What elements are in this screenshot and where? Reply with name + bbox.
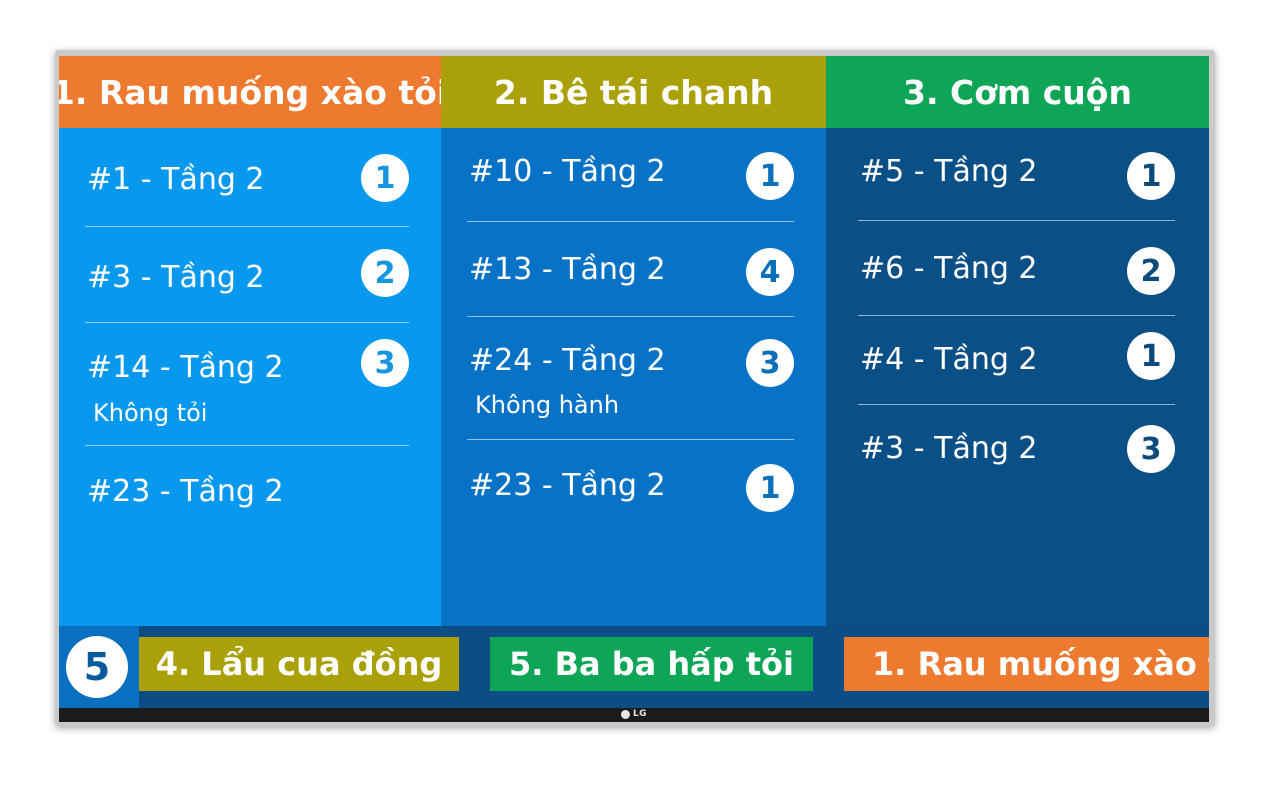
order-note: Không tỏi [93, 399, 208, 427]
dish-column-1: 1. Rau muống xào tỏi #1 - Tầng 2 1 #3 - … [59, 56, 441, 626]
order-label: #23 - Tầng 2 [87, 474, 284, 509]
quantity-badge: 1 [1127, 152, 1175, 200]
quantity-badge: 3 [361, 339, 409, 387]
order-row[interactable]: #14 - Tầng 2 Không tỏi 3 [85, 323, 409, 446]
dish-column-header: 3. Cơm cuộn [826, 56, 1209, 128]
dish-column-3: 3. Cơm cuộn #5 - Tầng 2 1 #6 - Tầng 2 2 … [826, 56, 1209, 626]
order-label: #3 - Tầng 2 [87, 260, 265, 295]
order-label: #23 - Tầng 2 [469, 468, 666, 503]
order-row[interactable]: #23 - Tầng 2 [85, 446, 409, 536]
order-row[interactable]: #24 - Tầng 2 Không hành 3 [467, 317, 794, 440]
quantity-badge: 3 [746, 339, 794, 387]
order-label: #14 - Tầng 2 [87, 350, 284, 385]
order-row[interactable]: #1 - Tầng 2 1 [85, 128, 409, 227]
order-label: #13 - Tầng 2 [469, 252, 666, 287]
order-row[interactable]: #3 - Tầng 2 3 [858, 405, 1175, 495]
order-label: #1 - Tầng 2 [87, 162, 265, 197]
quantity-badge: 1 [746, 464, 794, 512]
kitchen-display-screen: 1. Rau muống xào tỏi #1 - Tầng 2 1 #3 - … [59, 56, 1209, 708]
queue-counter-box: 5 [59, 626, 139, 708]
order-label: #5 - Tầng 2 [860, 154, 1038, 189]
dish-title: 2. Bê tái chanh [493, 72, 774, 112]
brand-name: LG [632, 709, 648, 719]
quantity-badge: 2 [361, 249, 409, 297]
quantity-badge: 1 [746, 152, 794, 200]
order-note: Không hành [475, 391, 620, 419]
quantity-badge: 2 [1127, 247, 1175, 295]
queue-item[interactable]: 5. Ba ba hấp tỏi [490, 637, 813, 691]
dish-title: 1. Rau muống xào tỏi [59, 72, 441, 112]
quantity-badge: 1 [361, 154, 409, 202]
queue-item[interactable]: 1. Rau muống xào tỏi [844, 637, 1209, 691]
dish-column-header: 1. Rau muống xào tỏi [59, 56, 441, 128]
quantity-badge: 1 [1127, 332, 1175, 380]
dish-column-header: 2. Bê tái chanh [441, 56, 826, 128]
quantity-badge: 3 [1127, 425, 1175, 473]
order-row[interactable]: #6 - Tầng 2 2 [858, 221, 1175, 316]
lg-logo-icon [620, 709, 630, 719]
queue-count-badge: 5 [66, 636, 128, 698]
order-label: #10 - Tầng 2 [469, 154, 666, 189]
order-row[interactable]: #5 - Tầng 2 1 [858, 128, 1175, 221]
queue-item[interactable]: 4. Lẩu cua đồng [139, 637, 459, 691]
order-row[interactable]: #4 - Tầng 2 1 [858, 316, 1175, 405]
order-row[interactable]: #3 - Tầng 2 2 [85, 227, 409, 323]
queue-bar: 5 4. Lẩu cua đồng 5. Ba ba hấp tỏi 1. Ra… [59, 626, 1209, 708]
dish-title: 3. Cơm cuộn [903, 72, 1132, 112]
brand-logo: LG [620, 709, 648, 719]
tv-bezel: LG [59, 708, 1209, 722]
order-row[interactable]: #10 - Tầng 2 1 [467, 128, 794, 222]
order-row[interactable]: #13 - Tầng 2 4 [467, 222, 794, 317]
tv-frame: 1. Rau muống xào tỏi #1 - Tầng 2 1 #3 - … [55, 50, 1215, 726]
dish-column-2: 2. Bê tái chanh #10 - Tầng 2 1 #13 - Tần… [441, 56, 826, 626]
quantity-badge: 4 [746, 248, 794, 296]
order-label: #24 - Tầng 2 [469, 343, 666, 378]
order-label: #4 - Tầng 2 [860, 342, 1038, 377]
order-row[interactable]: #23 - Tầng 2 1 [467, 440, 794, 530]
order-label: #6 - Tầng 2 [860, 251, 1038, 286]
order-label: #3 - Tầng 2 [860, 431, 1038, 466]
